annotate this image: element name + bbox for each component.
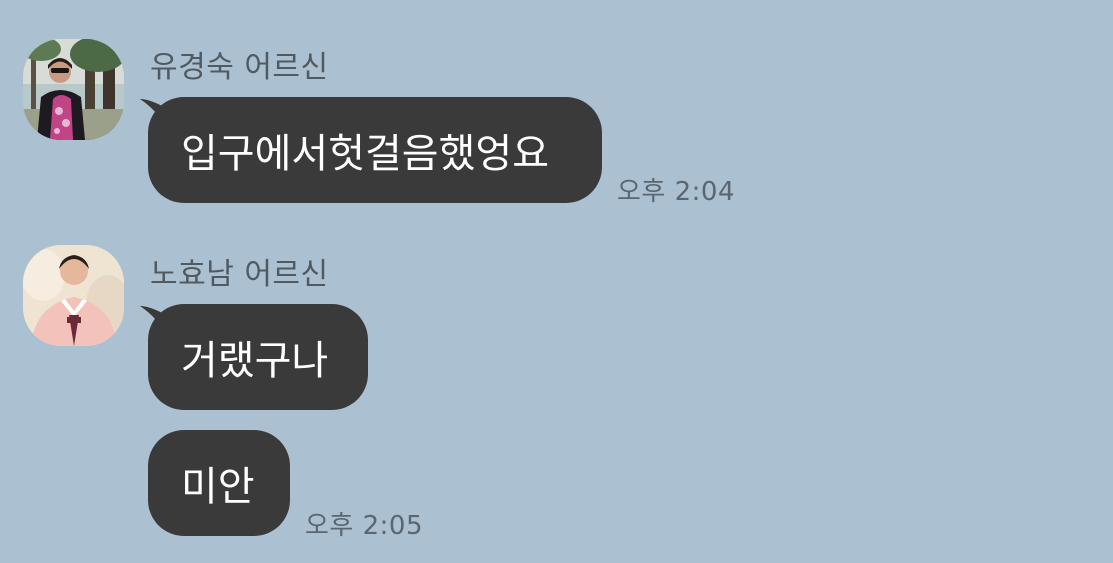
message-time: 오후 2:05 xyxy=(305,511,423,541)
message-text: 입구에서헛걸음했엉요 xyxy=(181,131,549,177)
sender-name: 노효남 어르신 xyxy=(150,257,329,292)
message-bubble[interactable]: 미안 xyxy=(148,430,290,536)
message-bubble[interactable]: 거랬구나 xyxy=(148,304,368,410)
profile-photo-woman-trees-icon xyxy=(23,39,124,140)
message-text: 미안 xyxy=(181,464,255,510)
profile-photo-woman-hanbok-icon xyxy=(23,245,124,346)
message-text: 거랬구나 xyxy=(181,338,329,384)
sender-avatar[interactable] xyxy=(23,245,124,346)
message-bubble[interactable]: 입구에서헛걸음했엉요 xyxy=(148,97,602,203)
message-time: 오후 2:04 xyxy=(617,177,735,207)
sender-name: 유경숙 어르신 xyxy=(150,50,329,85)
sender-avatar[interactable] xyxy=(23,39,124,140)
